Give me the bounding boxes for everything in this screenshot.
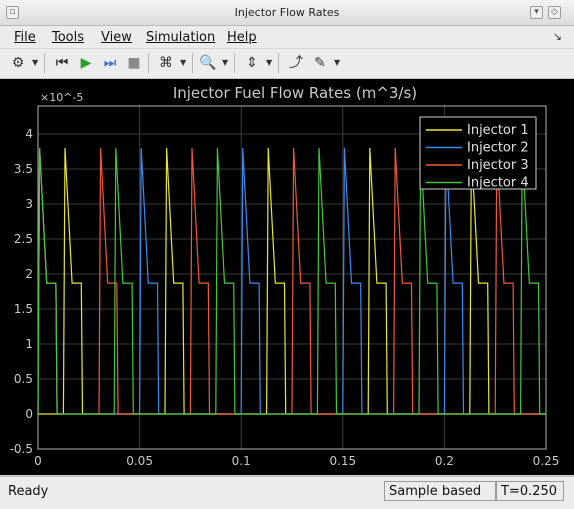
- minimize-icon[interactable]: ▾: [530, 6, 543, 19]
- chart-title: Injector Fuel Flow Rates (m^3/s): [173, 84, 417, 102]
- legend-label: Injector 1: [467, 123, 529, 138]
- gear-icon[interactable]: ⚙: [8, 53, 28, 73]
- x-tick-label: 0.1: [232, 454, 251, 468]
- toolbar: ⚙ ▼ ⏮ ▶ ⏭ ■ ⌘ ▼ 🔍 ▼ ⇕ ▼ ⤴ ✎ ▼: [0, 49, 574, 79]
- x-tick-label: 0.15: [329, 454, 356, 468]
- x-tick-label: 0.25: [533, 454, 560, 468]
- legend[interactable]: Injector 1 Injector 2 Injector 3 Injector 4: [419, 116, 537, 191]
- status-bar: Ready Sample based T=0.250: [0, 476, 574, 509]
- y-tick-label: 3: [25, 197, 33, 211]
- rewind-icon[interactable]: ⏮: [52, 53, 72, 73]
- toolbar-separator: [278, 53, 279, 73]
- menu-tools[interactable]: Tools: [52, 30, 84, 45]
- legend-label: Injector 4: [467, 176, 529, 191]
- run-icon[interactable]: ▶: [76, 53, 96, 73]
- window-title: Injector Flow Rates: [234, 6, 340, 19]
- toolbar-separator: [234, 53, 235, 73]
- fit-axes-icon[interactable]: ⇕: [242, 53, 262, 73]
- y-tick-label: 0.5: [14, 372, 33, 386]
- y-tick-label: 0: [25, 407, 33, 421]
- highlight-block-icon[interactable]: ⤴: [286, 53, 306, 73]
- menu-bar: File Tools View Simulation Help ↘: [0, 26, 574, 48]
- y-tick-label: 3.5: [14, 162, 33, 176]
- maximize-icon[interactable]: ◇: [548, 6, 561, 19]
- toolbar-separator: [148, 53, 149, 73]
- fit-axes-dropdown-icon[interactable]: ▼: [266, 53, 274, 73]
- signal-select-dropdown-icon[interactable]: ▼: [180, 53, 188, 73]
- legend-label: Injector 2: [467, 141, 529, 156]
- y-tick-label: -0.5: [10, 442, 33, 456]
- gear-dropdown-icon[interactable]: ▼: [32, 53, 40, 73]
- x-tick-label: 0.05: [126, 454, 153, 468]
- y-tick-label: 1.5: [14, 302, 33, 316]
- step-forward-icon[interactable]: ⏭: [100, 53, 120, 73]
- y-tick-label: 2: [25, 267, 33, 281]
- window-titlebar: ▫ Injector Flow Rates ▾ ◇: [0, 0, 574, 26]
- style-dropdown-icon[interactable]: ▼: [334, 53, 342, 73]
- status-time: T=0.250: [496, 481, 564, 501]
- y-tick-label: 4: [25, 127, 33, 141]
- y-exponent-label: ×10^-5: [40, 91, 83, 104]
- y-tick-label: 2.5: [14, 232, 33, 246]
- y-tick-label: 1: [25, 337, 33, 351]
- toolbar-separator: [44, 53, 45, 73]
- zoom-dropdown-icon[interactable]: ▼: [222, 53, 230, 73]
- x-tick-label: 0: [34, 454, 42, 468]
- status-mode: Sample based: [384, 481, 496, 501]
- undock-icon[interactable]: ↘: [553, 30, 562, 43]
- style-icon[interactable]: ✎: [310, 53, 330, 73]
- menu-simulation[interactable]: Simulation: [146, 30, 215, 45]
- scope-chart: Injector Fuel Flow Rates (m^3/s) ×10^-5 …: [10, 84, 560, 468]
- stop-icon[interactable]: ■: [124, 53, 144, 73]
- x-tick-label: 0.2: [435, 454, 454, 468]
- legend-label: Injector 3: [467, 158, 529, 173]
- signal-select-icon[interactable]: ⌘: [156, 53, 176, 73]
- menu-help[interactable]: Help: [227, 30, 257, 45]
- status-state: Ready: [8, 484, 49, 499]
- menu-file[interactable]: File: [14, 30, 36, 45]
- menu-view[interactable]: View: [101, 30, 132, 45]
- toolbar-separator: [192, 53, 193, 73]
- scope-canvas: Injector Fuel Flow Rates (m^3/s) ×10^-5 …: [0, 79, 574, 475]
- zoom-icon[interactable]: 🔍: [198, 53, 218, 73]
